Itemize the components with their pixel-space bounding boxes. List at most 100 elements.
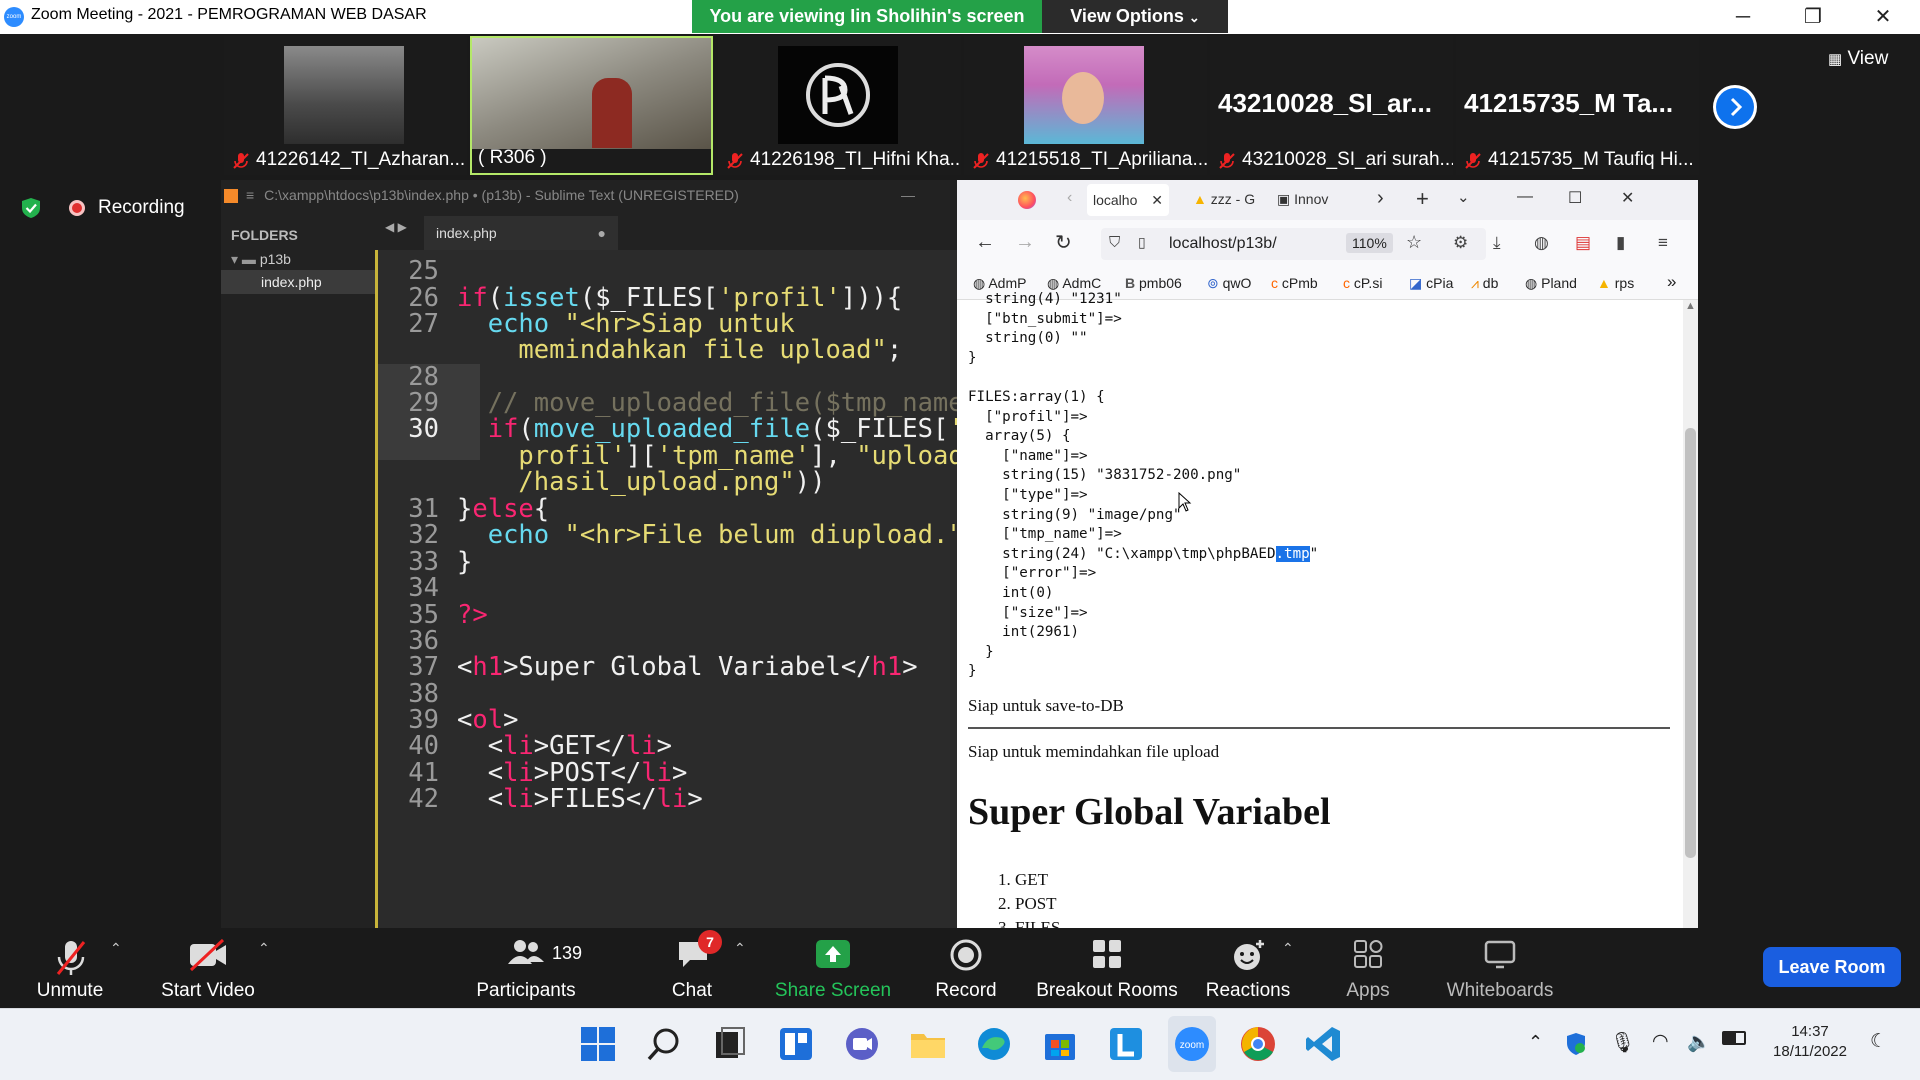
vscode-icon[interactable] bbox=[1304, 1024, 1344, 1064]
list-tabs-icon[interactable]: ⌄ bbox=[1457, 188, 1470, 206]
selected-file-row[interactable]: index.php bbox=[221, 270, 377, 294]
bookmark-item[interactable]: ⩘ db bbox=[1471, 275, 1498, 292]
globe-icon: ◍ bbox=[1525, 275, 1538, 291]
chat-label: Chat bbox=[671, 980, 713, 1001]
search-icon[interactable] bbox=[644, 1024, 684, 1064]
start-menu-icon[interactable] bbox=[578, 1024, 618, 1064]
video-tile-active[interactable]: ( R306 ) bbox=[470, 36, 713, 175]
next-page-button[interactable] bbox=[1713, 85, 1757, 129]
breakout-rooms-button[interactable]: Breakout Rooms bbox=[1034, 928, 1180, 1008]
tab-nav-arrows-icon[interactable]: ◀ ▶ bbox=[385, 220, 407, 234]
chat-options-chevron-icon[interactable]: ⌃ bbox=[734, 940, 746, 957]
bookmark-item[interactable]: ◪ cPia bbox=[1409, 275, 1453, 292]
notifications-moon-icon[interactable]: ☾ bbox=[1870, 1030, 1887, 1053]
extension-icon[interactable]: ⚙ bbox=[1453, 233, 1468, 253]
defender-shield-icon[interactable] bbox=[1564, 1032, 1588, 1056]
start-video-button[interactable]: Start Video bbox=[148, 928, 268, 1008]
bookmark-item[interactable]: ▲ rps bbox=[1597, 275, 1634, 291]
tab-scroll-right-icon[interactable]: › bbox=[1377, 187, 1384, 210]
sublime-minimize-button[interactable]: — bbox=[901, 180, 915, 210]
scrollbar-thumb[interactable] bbox=[1685, 428, 1696, 858]
hamburger-menu-icon[interactable]: ≡ bbox=[1658, 233, 1668, 253]
tab-scroll-left-icon[interactable]: ‹ bbox=[1067, 189, 1072, 207]
share-screen-button[interactable]: Share Screen bbox=[772, 928, 894, 1008]
security-shield-icon[interactable] bbox=[20, 197, 42, 219]
bookmark-item[interactable]: ᴄ cPmb bbox=[1271, 275, 1318, 291]
zoom-app-icon[interactable]: zoom bbox=[1172, 1024, 1212, 1064]
browser-tab[interactable]: ▣ Innov bbox=[1277, 191, 1328, 208]
participants-button[interactable]: 139 Participants bbox=[466, 928, 586, 1008]
apps-label: Apps bbox=[1346, 980, 1390, 1001]
microphone-icon[interactable]: 🎙 bbox=[1610, 1030, 1635, 1055]
back-icon[interactable]: ← bbox=[975, 231, 995, 254]
chat-button[interactable]: Chat bbox=[642, 928, 742, 1008]
file-explorer-icon[interactable] bbox=[908, 1024, 948, 1064]
store-icon[interactable] bbox=[1040, 1024, 1080, 1064]
close-button[interactable]: ✕ bbox=[1848, 0, 1918, 34]
zoom-level[interactable]: 110% bbox=[1346, 233, 1393, 253]
bookmark-label: db bbox=[1482, 275, 1499, 291]
chrome-icon[interactable] bbox=[1238, 1024, 1278, 1064]
video-tile[interactable]: 41215518_TI_Apriliana... bbox=[964, 36, 1207, 175]
system-clock[interactable]: 14:37 18/11/2022 bbox=[1770, 1022, 1850, 1062]
browser-tab[interactable]: ▲ zzz - G bbox=[1193, 191, 1255, 207]
tray-overflow-icon[interactable]: ⌃ bbox=[1528, 1032, 1543, 1053]
bookmark-item[interactable]: ◍ Pland bbox=[1525, 275, 1577, 292]
audio-options-chevron-icon[interactable]: ⌃ bbox=[110, 940, 122, 957]
view-options-button[interactable]: View Options ⌄ bbox=[1042, 0, 1228, 33]
url-bar[interactable]: ⛉ ▯ localhost/p13b/ 110% ☆ bbox=[1101, 228, 1486, 260]
video-tile[interactable]: 41226142_TI_Azharan... bbox=[224, 36, 467, 175]
clipboard-icon[interactable]: ▮ bbox=[1616, 233, 1625, 253]
forward-icon[interactable]: → bbox=[1015, 231, 1035, 254]
l-app-icon[interactable] bbox=[1106, 1024, 1146, 1064]
whiteboards-button[interactable]: Whiteboards bbox=[1432, 928, 1568, 1008]
bookmark-star-icon[interactable]: ☆ bbox=[1406, 232, 1422, 253]
scroll-up-icon[interactable]: ▲ bbox=[1685, 300, 1696, 312]
apps-button[interactable]: Apps bbox=[1320, 928, 1416, 1008]
menu-icon[interactable]: ≡ bbox=[246, 187, 254, 203]
video-options-chevron-icon[interactable]: ⌃ bbox=[258, 940, 270, 957]
calendar-icon[interactable]: ▤ bbox=[1575, 233, 1591, 253]
chevron-down-icon: ⌄ bbox=[1188, 10, 1200, 25]
editor-tab[interactable]: index.php ● bbox=[424, 216, 618, 250]
tab-label: index.php bbox=[436, 225, 497, 241]
leave-room-button[interactable]: Leave Room bbox=[1763, 947, 1901, 987]
wifi-icon[interactable]: ◠ bbox=[1652, 1030, 1669, 1053]
browser-close-icon[interactable]: ✕ bbox=[1621, 188, 1634, 208]
dump-line: } bbox=[968, 663, 977, 680]
more-bookmarks-icon[interactable]: » bbox=[1667, 272, 1676, 292]
teams-chat-icon[interactable] bbox=[842, 1024, 882, 1064]
view-button[interactable]: ▦ View bbox=[1828, 48, 1888, 70]
volume-icon[interactable]: 🔈 bbox=[1687, 1030, 1711, 1054]
task-view-icon[interactable] bbox=[710, 1024, 750, 1064]
recording-indicator-icon bbox=[69, 200, 85, 216]
hr-divider bbox=[968, 727, 1670, 729]
download-icon[interactable]: ⤓ bbox=[1493, 233, 1501, 253]
browser-tab-active[interactable]: localho ✕ bbox=[1087, 184, 1169, 216]
sublime-title: C:\xampp\htdocs\p13b\index.php • (p13b) … bbox=[264, 187, 739, 203]
zoom-logo-icon: zoom bbox=[4, 7, 24, 27]
browser-minimize-icon[interactable]: — bbox=[1517, 188, 1533, 206]
reactions-chevron-icon[interactable]: ⌃ bbox=[1282, 940, 1294, 957]
video-tile[interactable]: 41226198_TI_Hifni Kha... bbox=[718, 36, 961, 175]
new-tab-icon[interactable]: + bbox=[1416, 186, 1429, 212]
drive-icon: ▲ bbox=[1597, 275, 1611, 291]
tab-close-icon[interactable]: ✕ bbox=[1151, 184, 1163, 216]
browser-maximize-icon[interactable]: ☐ bbox=[1568, 188, 1582, 208]
video-tile[interactable]: 43210028_SI_ar... 43210028_SI_ari surah.… bbox=[1210, 36, 1453, 175]
globe-icon[interactable]: ◍ bbox=[1534, 233, 1549, 253]
video-tile[interactable]: 41215735_M Ta... 41215735_M Taufiq Hi... bbox=[1456, 36, 1699, 175]
folder-item[interactable]: ▾ ▬ p13b bbox=[231, 251, 291, 268]
widgets-icon[interactable] bbox=[776, 1024, 816, 1064]
record-button[interactable]: Record bbox=[918, 928, 1014, 1008]
edge-browser-icon[interactable] bbox=[974, 1024, 1014, 1064]
shield-icon: ⛉ bbox=[1109, 234, 1121, 251]
unmute-button[interactable]: Unmute bbox=[20, 928, 120, 1008]
restore-button[interactable]: ❐ bbox=[1778, 0, 1848, 34]
reload-icon[interactable]: ↻ bbox=[1055, 230, 1072, 255]
minimize-button[interactable]: ─ bbox=[1708, 0, 1778, 34]
bookmark-item[interactable]: B pmb06 bbox=[1125, 275, 1182, 291]
bookmark-item[interactable]: ᴄ cP.si bbox=[1343, 275, 1382, 291]
battery-icon[interactable] bbox=[1722, 1031, 1746, 1045]
code-editor[interactable]: 25 26 27 28 29 30 31 32 33 34 35 36 37 3… bbox=[377, 250, 957, 928]
